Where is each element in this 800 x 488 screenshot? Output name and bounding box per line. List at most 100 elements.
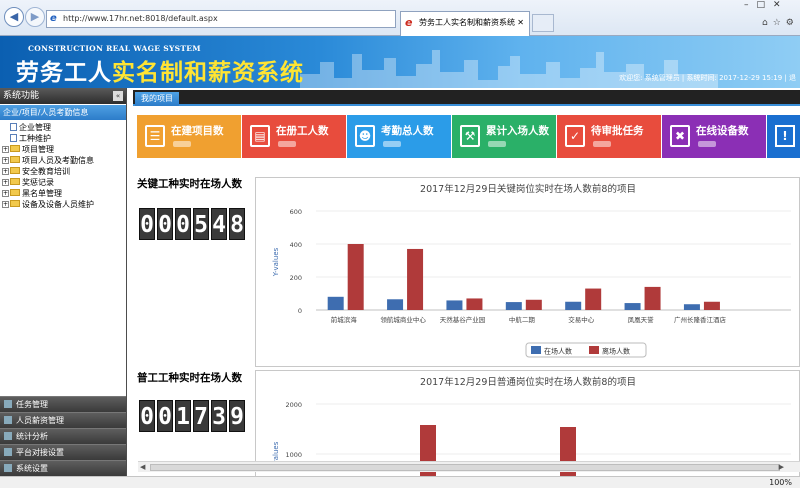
sidebar-item[interactable]: + 安全教育培训	[0, 166, 126, 177]
bar	[624, 303, 641, 310]
folder-icon	[10, 156, 20, 163]
horizontal-scrollbar[interactable]: ◀ ▶	[138, 461, 800, 472]
sidebar-item[interactable]: + 项目人员及考勤信息	[0, 155, 126, 166]
sidebar-item[interactable]: + 黑名单管理	[0, 188, 126, 199]
window-controls[interactable]: –□✕	[744, 0, 789, 10]
browser-tools[interactable]: ⌂☆⚙	[762, 18, 799, 28]
stat-card-value-hidden	[488, 141, 506, 147]
stat-card-label: 在册工人数	[276, 125, 329, 137]
sidebar-module-label: 系统设置	[16, 464, 48, 473]
expand-icon[interactable]: +	[2, 168, 9, 175]
key-chart-svg: 2017年12月29日关键岗位实时在场人数前8的项目 Y-values 0 200 40…	[272, 183, 791, 358]
folder-icon	[10, 167, 20, 174]
collapse-icon[interactable]: «	[113, 91, 123, 101]
worker-icon: ⚒	[460, 125, 480, 147]
x-tick-label: 天然基谷产业园	[440, 315, 486, 324]
sidebar-item-label: 安全教育培训	[22, 167, 70, 176]
ie-logo-icon: e	[50, 13, 57, 24]
expand-icon[interactable]: +	[2, 201, 9, 208]
zoom-level[interactable]: 100%	[769, 477, 792, 488]
y-tick-label: 0	[298, 307, 302, 315]
warning-icon: !	[775, 125, 795, 147]
legend-label: 在场人数	[544, 347, 572, 356]
legend-label: 离场人数	[602, 347, 630, 356]
expand-icon[interactable]: +	[2, 157, 9, 164]
sidebar-item-label: 项目管理	[22, 145, 54, 154]
sidebar-item[interactable]: + 设备及设备人员维护	[0, 199, 126, 210]
sidebar-module-label: 平台对接设置	[16, 448, 64, 457]
sidebar-item[interactable]: 工种维护	[0, 133, 126, 144]
document-icon	[10, 123, 17, 131]
stat-card[interactable]: ▤ 在册工人数	[242, 115, 346, 158]
address-bar[interactable]: e http://www.17hr.net:8018/default.aspx	[46, 10, 396, 28]
back-icon[interactable]: ◀	[4, 7, 24, 27]
y-tick-label: 2000	[285, 401, 302, 409]
main-tabbar: 我的项目	[133, 90, 800, 106]
close-tab-icon[interactable]: ✕	[517, 12, 524, 34]
sidebar-item-label: 奖惩记录	[22, 178, 54, 187]
stat-card[interactable]: ⚒ 累计入场人数	[452, 115, 556, 158]
module-icon	[4, 464, 12, 472]
stat-card-label: 在建项目数	[171, 125, 224, 137]
module-icon	[4, 448, 12, 456]
sidebar-module[interactable]: 人员薪资管理	[0, 412, 126, 428]
sidebar-item[interactable]: 企业管理	[0, 122, 126, 133]
stat-card[interactable]: !预	[767, 115, 800, 158]
sidebar-module[interactable]: 任务管理	[0, 396, 126, 412]
stat-card-label: 待审批任务	[591, 125, 644, 137]
browser-tab[interactable]: e 劳务工人实名制和薪资系统 ✕	[400, 11, 530, 36]
counter-digit: 5	[193, 208, 209, 240]
document-icon	[10, 134, 17, 142]
x-tick-label: 交易中心	[568, 315, 595, 324]
stat-card[interactable]: ✓ 待审批任务	[557, 115, 661, 158]
bar	[565, 301, 582, 310]
counter-digit: 7	[193, 400, 209, 432]
expand-icon[interactable]: +	[2, 179, 9, 186]
module-icon	[4, 416, 12, 424]
normal-counter: 001739	[139, 400, 245, 432]
stat-card[interactable]: ☻ 考勤总人数	[347, 115, 451, 158]
y-tick-label: 400	[290, 241, 302, 249]
stat-card[interactable]: ✖ 在线设备数	[662, 115, 766, 158]
stat-card-value-hidden	[593, 141, 611, 147]
title-part-2: 实名制和薪资系统	[112, 60, 304, 86]
bar	[525, 299, 542, 310]
scroll-right-icon[interactable]: ▶	[779, 462, 784, 473]
normal-section-title: 普工工种实时在场人数	[137, 372, 242, 384]
bar	[683, 304, 700, 310]
new-tab-button[interactable]	[532, 14, 554, 32]
sidebar-module[interactable]: 统计分析	[0, 428, 126, 444]
ie-tab-icon: e	[405, 16, 413, 29]
counter-digit: 0	[139, 208, 155, 240]
stat-card-label: 累计入场人数	[486, 125, 549, 137]
forward-icon[interactable]: ▶	[25, 7, 45, 27]
id-card-icon: ▤	[250, 125, 270, 147]
expand-icon[interactable]: +	[2, 190, 9, 197]
tab-my-projects[interactable]: 我的项目	[135, 92, 179, 106]
expand-icon[interactable]: +	[2, 146, 9, 153]
bar	[347, 244, 364, 310]
sidebar-module[interactable]: 平台对接设置	[0, 444, 126, 460]
sidebar-item[interactable]: + 奖惩记录	[0, 177, 126, 188]
list-icon: ☰	[145, 125, 165, 147]
counter-digit: 0	[175, 208, 191, 240]
sidebar-module[interactable]: 系统设置	[0, 460, 126, 476]
welcome-text: 欢迎您: 系统管理员 | 系统时间: 2017-12-29 15:19 | 退	[619, 74, 796, 82]
key-section-title: 关键工种实时在场人数	[137, 178, 242, 190]
sidebar-tree: 企业管理 工种维护 + 项目管理 + 项目人员及考勤信息 + 安全教育培训 + 奖惩记录 + 黑名单管…	[0, 120, 126, 210]
counter-digit: 3	[211, 400, 227, 432]
scroll-thumb[interactable]	[150, 464, 780, 471]
sidebar-bottom-menu: 任务管理人员薪资管理统计分析平台对接设置 系统设置	[0, 396, 126, 476]
stat-card[interactable]: ☰ 在建项目数	[137, 115, 241, 158]
tools-icon: ✖	[670, 125, 690, 147]
legend-swatch	[589, 346, 599, 354]
bar	[505, 302, 522, 310]
folder-icon	[10, 200, 20, 207]
x-tick-label: 前城滨海	[331, 315, 358, 324]
scroll-left-icon[interactable]: ◀	[140, 462, 145, 473]
sidebar-module-label: 人员薪资管理	[16, 416, 64, 425]
sidebar-selected-group[interactable]: 企业/项目/人员考勤信息	[0, 105, 126, 120]
bar	[644, 286, 661, 310]
sidebar-item[interactable]: + 项目管理	[0, 144, 126, 155]
folder-icon	[10, 145, 20, 152]
